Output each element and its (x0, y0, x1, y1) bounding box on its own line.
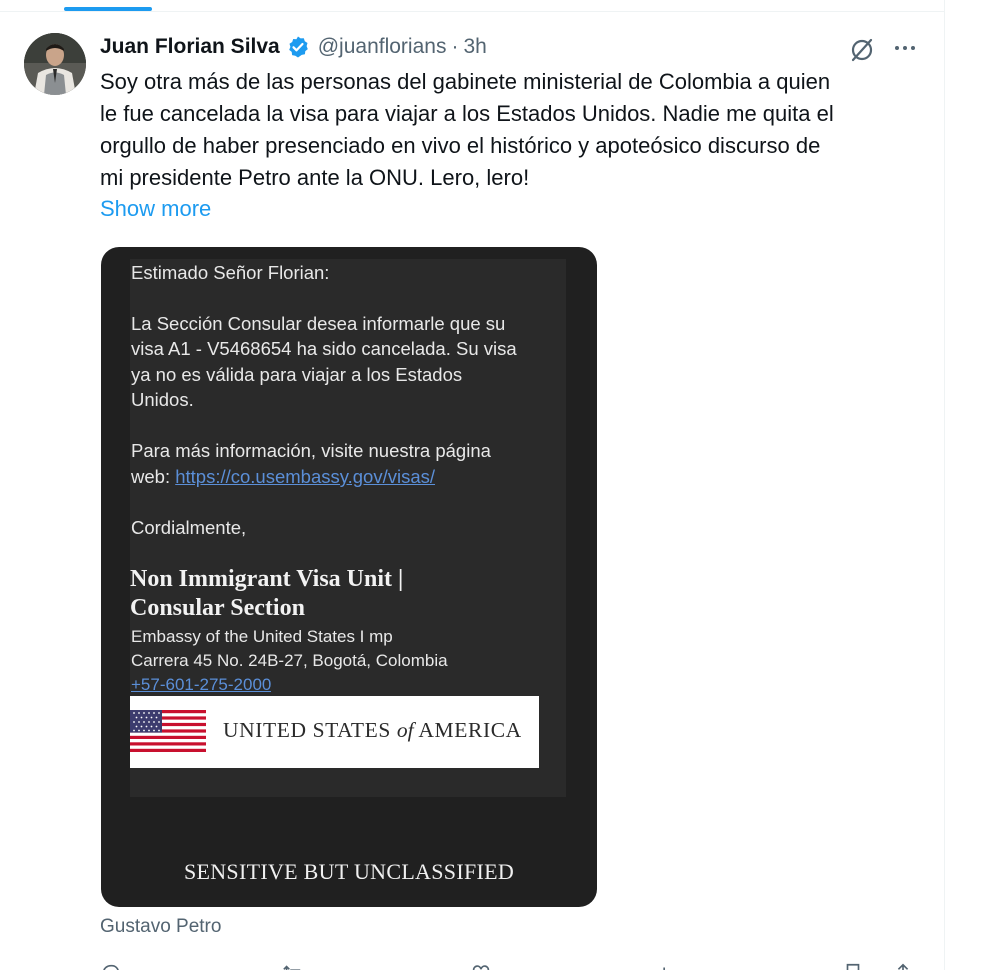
author-name[interactable]: Juan Florian Silva (100, 35, 280, 59)
bookmark-icon (846, 963, 860, 970)
more-dot (895, 46, 899, 50)
reply-button[interactable] (100, 962, 122, 970)
repost-button[interactable] (282, 962, 304, 970)
phone-link: +57-601-275-2000 (131, 675, 272, 694)
share-button[interactable] (892, 962, 914, 970)
more-dot (903, 46, 907, 50)
verified-badge-icon[interactable] (286, 35, 310, 59)
separator-dot: · (451, 35, 459, 58)
media-image[interactable]: Estimado Señor Florian: La Sección Consu… (101, 247, 597, 907)
usa-wordmark-part: UNITED STATES (223, 718, 397, 742)
timestamp[interactable]: 3h (463, 35, 486, 59)
letter-body-line: visa A1 - V5468654 ha sido cancelada. Su… (131, 338, 517, 359)
show-more-link[interactable]: Show more (100, 194, 211, 224)
avatar-image (24, 33, 86, 95)
unit-title-line: Non Immigrant Visa Unit | (130, 566, 404, 592)
address-line: Carrera 45 No. 24B-27, Bogotá, Colombia (131, 651, 448, 670)
letter-greeting: Estimado Señor Florian: (131, 262, 330, 283)
letter-body-line: Unidos. (131, 389, 194, 410)
tweet-text-line: mi presidente Petro ante la ONU. Lero, l… (100, 165, 530, 190)
tweet-header: Juan Florian Silva @juanflorians · 3h (100, 32, 487, 62)
letter-info-line: Para más información, visite nuestra pág… (131, 440, 491, 461)
reply-icon (103, 964, 119, 970)
more-icon[interactable] (890, 36, 920, 60)
classification-footer: SENSITIVE BUT UNCLASSIFIED (183, 859, 515, 884)
tweet-text-line: Soy otra más de las personas del gabinet… (100, 69, 831, 94)
usa-banner: UNITED STATES of AMERICA (130, 696, 539, 768)
timeline-column: Juan Florian Silva @juanflorians · 3h So… (0, 0, 945, 970)
usa-wordmark-of: of (396, 718, 414, 742)
action-bar (0, 956, 944, 970)
active-tab-indicator (64, 7, 152, 11)
bookmark-button[interactable] (842, 962, 864, 970)
grok-icon[interactable] (848, 36, 876, 64)
letter-body-line: ya no es válida para viajar a los Estado… (131, 364, 463, 385)
like-icon (472, 965, 490, 970)
letter-info-prefix: web: (131, 466, 176, 487)
us-flag-icon (130, 710, 206, 752)
author-handle[interactable]: @juanflorians (318, 35, 447, 59)
usa-wordmark: UNITED STATES of AMERICA (223, 718, 522, 743)
divider (0, 11, 944, 12)
more-dot (911, 46, 915, 50)
avatar[interactable] (24, 33, 86, 95)
image-attribution: Gustavo Petro (100, 916, 222, 937)
letter-info-line-2: web: https://co.usembassy.gov/visas/ (131, 464, 435, 490)
usa-wordmark-part: AMERICA (413, 718, 522, 742)
repost-icon (283, 965, 301, 970)
address-line: Embassy of the United States I mp (131, 627, 393, 646)
tweet-text: Soy otra más de las personas del gabinet… (100, 66, 920, 194)
letter-closing: Cordialmente, (131, 517, 247, 538)
letter-body-line: La Sección Consular desea informarle que… (131, 313, 506, 334)
tweet-text-line: orgullo de haber presenciado en vivo el … (100, 133, 821, 158)
views-button[interactable] (655, 962, 677, 970)
tweet-text-line: le fue cancelada la visa para viajar a l… (100, 101, 834, 126)
page: Juan Florian Silva @juanflorians · 3h So… (0, 0, 992, 970)
embassy-link: https://co.usembassy.gov/visas/ (175, 466, 436, 487)
views-icon (663, 967, 665, 970)
like-button[interactable] (470, 962, 492, 970)
share-icon (897, 963, 909, 970)
unit-title-line: Consular Section (130, 595, 305, 621)
